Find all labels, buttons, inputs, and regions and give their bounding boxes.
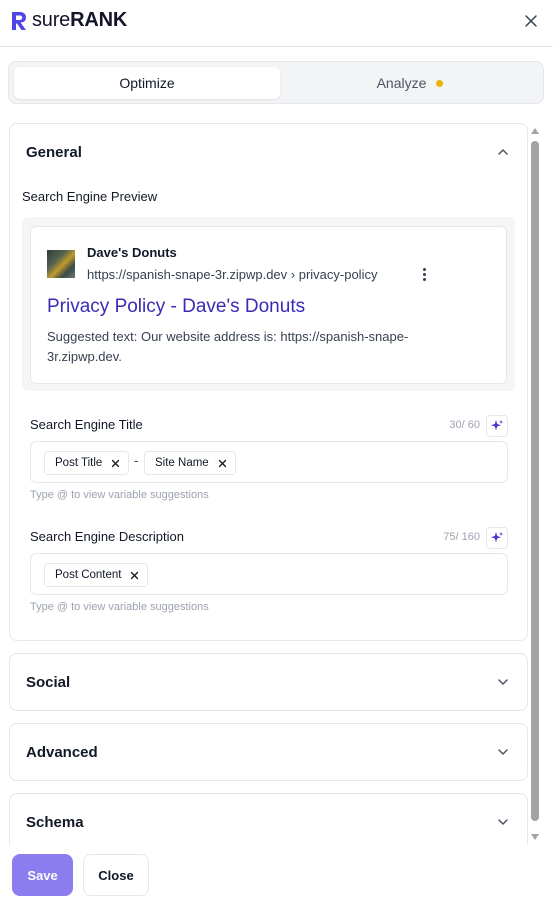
site-favicon: [47, 250, 75, 278]
tab-label: Analyze: [376, 75, 427, 91]
remove-chip-icon[interactable]: [130, 571, 139, 580]
chevron-up-icon[interactable]: [497, 148, 509, 156]
chip-separator: -: [134, 453, 139, 468]
preview-title: Privacy Policy - Dave's Donuts: [47, 296, 306, 317]
title-field-label: Search Engine Title: [30, 417, 143, 432]
title-char-counter: 30/ 60: [449, 419, 480, 431]
logo: sureRANK: [9, 9, 127, 32]
chevron-down-icon[interactable]: [497, 748, 509, 756]
preview-url: https://spanish-snape-3r.zipwp.dev › pri…: [87, 267, 378, 282]
preview-description: Suggested text: Our website address is: …: [47, 329, 409, 364]
remove-chip-icon[interactable]: [111, 459, 120, 468]
title-hint: Type @ to view variable suggestions: [30, 489, 209, 501]
preview-label: Search Engine Preview: [22, 189, 158, 204]
chip-label: Post Content: [55, 569, 122, 581]
advanced-section-title[interactable]: Advanced: [26, 744, 98, 761]
chip-label: Site Name: [155, 457, 209, 469]
more-vertical-icon[interactable]: [418, 268, 430, 282]
tab-optimize[interactable]: Optimize: [14, 67, 280, 99]
sparkle-icon: [491, 532, 503, 543]
description-hint: Type @ to view variable suggestions: [30, 601, 209, 613]
close-button[interactable]: Close: [83, 854, 149, 896]
ai-generate-title-button[interactable]: [486, 415, 508, 437]
surerank-logo-icon: [12, 11, 26, 30]
chevron-down-icon[interactable]: [497, 818, 509, 826]
description-field-label: Search Engine Description: [30, 529, 184, 544]
status-dot: [436, 79, 444, 87]
remove-chip-icon[interactable]: [218, 459, 227, 468]
chip-label: Post Title: [55, 457, 103, 469]
social-section-title[interactable]: Social: [26, 674, 70, 691]
preview-site-name: Dave's Donuts: [87, 245, 177, 260]
close-icon[interactable]: [522, 12, 540, 30]
scroll-up-arrow-icon[interactable]: [531, 128, 539, 134]
ai-generate-description-button[interactable]: [486, 527, 508, 549]
tab-analyze[interactable]: Analyze: [281, 67, 539, 99]
search-engine-title-input[interactable]: Post Title - Site Name: [30, 441, 508, 483]
scroll-down-arrow-icon[interactable]: [531, 834, 539, 840]
variable-chip: Post Title: [44, 451, 130, 475]
save-button[interactable]: Save: [12, 854, 73, 896]
social-panel[interactable]: [9, 653, 528, 711]
tab-label: Optimize: [119, 75, 175, 91]
scrollbar-thumb[interactable]: [531, 141, 539, 821]
chevron-down-icon[interactable]: [497, 678, 509, 686]
header: sureRANK: [0, 0, 553, 47]
logo-text: sureRANK: [32, 9, 128, 31]
sparkle-icon: [491, 420, 503, 431]
schema-panel[interactable]: [9, 793, 528, 851]
variable-chip: Site Name: [144, 451, 236, 475]
search-engine-description-input[interactable]: Post Content: [30, 553, 508, 595]
variable-chip: Post Content: [44, 563, 149, 587]
schema-section-title[interactable]: Schema: [26, 814, 84, 831]
tab-bar: Optimize Analyze: [8, 61, 544, 104]
general-section-title[interactable]: General: [26, 144, 82, 161]
description-char-counter: 75/ 160: [443, 531, 480, 543]
